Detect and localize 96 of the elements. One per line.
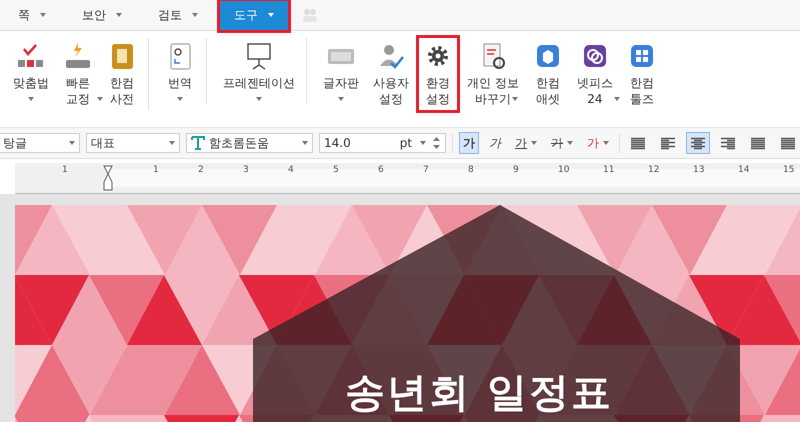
ruler-number: 5 <box>333 165 339 175</box>
ribbon-button[interactable]: 한컴 애셋 <box>526 35 570 113</box>
ruler-number: 10 <box>558 165 570 175</box>
font-value: 함초롬돈움 <box>209 134 270 152</box>
ruler-number: 13 <box>693 165 704 175</box>
indent-marker[interactable] <box>103 165 113 191</box>
caret-icon <box>614 97 620 101</box>
ruler-number: 6 <box>378 165 384 175</box>
ribbon-button[interactable]: 개인 정보 바꾸기 <box>460 35 526 117</box>
ribbon-label: 교정 <box>66 91 90 107</box>
ribbon-button[interactable]: 프레젠테이션 <box>216 35 310 107</box>
ribbon-label: 빠른 <box>66 75 90 91</box>
ruler-number: 7 <box>423 165 429 175</box>
caret-icon <box>116 13 122 17</box>
text-format-button[interactable]: 가 <box>485 132 506 154</box>
spinner-icon[interactable] <box>432 136 442 150</box>
ruler-number: 4 <box>288 165 294 175</box>
unit-label: pt <box>400 136 412 150</box>
ruler-number: 2 <box>198 165 204 175</box>
ribbon-label: 24 <box>587 91 602 107</box>
ruler-number: 1 <box>153 165 159 175</box>
caret-icon <box>531 141 538 145</box>
align-right-icon <box>720 136 736 150</box>
ribbon-button[interactable]: 넷피스 24 <box>570 35 620 117</box>
menu-tab[interactable]: 보안 <box>68 0 136 30</box>
ribbon-label: 개인 정보 <box>467 75 519 91</box>
ribbon-label: 바꾸기 <box>474 91 511 107</box>
document-title: 송년회 일정표 <box>345 369 613 418</box>
ribbon-button[interactable]: 환경 설정 <box>416 35 460 113</box>
ruler-number: 15 <box>783 165 794 175</box>
ribbon-label: 설정 <box>379 91 403 107</box>
lightning-icon <box>63 41 93 71</box>
align-divide-icon <box>780 136 796 150</box>
text-format-button[interactable]: 가 <box>459 132 480 154</box>
ribbon-button[interactable]: 번역 <box>158 35 210 107</box>
style-value: 탕글 <box>3 134 27 152</box>
caret-icon <box>512 97 518 101</box>
caret-icon <box>268 13 274 17</box>
ribbon-label: 사용자 <box>373 75 409 91</box>
ribbon-label: 글자판 <box>323 75 359 91</box>
menu-tab[interactable]: 검토 <box>144 0 212 30</box>
align-center-icon <box>690 136 706 150</box>
caret-icon <box>97 97 103 101</box>
font-size-value: 14.0 <box>324 136 351 150</box>
ruler-number: 9 <box>513 165 519 175</box>
language-value: 대표 <box>91 134 116 152</box>
align-distribute-icon <box>750 136 766 150</box>
ruler-number: 11 <box>603 165 614 175</box>
ribbon-label: 한컴 <box>536 75 560 91</box>
ribbon-label: 환경 <box>426 75 450 91</box>
ribbon-button[interactable]: 한컴 사전 <box>100 35 152 113</box>
caret-icon <box>338 97 344 101</box>
ribbon-label: 프레젠테이션 <box>223 75 295 91</box>
ribbon-label: 사전 <box>110 91 134 107</box>
align-button[interactable] <box>686 132 710 154</box>
ribbon-button[interactable]: 글자판 <box>316 35 366 107</box>
text-format-button[interactable]: 가 <box>511 132 542 154</box>
ribbon-button[interactable]: 사용자 설정 <box>366 35 416 113</box>
ribbon-label: 한컴 <box>110 75 134 91</box>
caret-icon <box>28 97 34 101</box>
caret-icon <box>169 141 176 145</box>
ribbon-button[interactable]: 맞춤법 <box>6 35 56 107</box>
font-size-field[interactable]: 14.0 pt <box>319 133 446 153</box>
style-dropdown[interactable]: 탕글 <box>0 133 80 153</box>
text-format-button[interactable]: 가 <box>547 132 578 154</box>
ribbon-label: 한컴 <box>630 75 654 91</box>
menu-tab[interactable]: 도구 <box>220 0 288 30</box>
ribbon-label: 맞춤법 <box>13 75 49 91</box>
ruler-number: 14 <box>738 165 750 175</box>
ruler-number: 1 <box>62 165 68 175</box>
font-dropdown[interactable]: 함초롬돈움 <box>186 133 314 153</box>
ruler-number: 8 <box>468 165 474 175</box>
ribbon-label: 툴즈 <box>630 91 654 107</box>
caret-icon <box>40 13 46 17</box>
ribbon-label: 설정 <box>426 91 450 107</box>
language-dropdown[interactable]: 대표 <box>86 133 180 153</box>
text-format-button[interactable]: 가 <box>583 132 614 154</box>
ruler-number: 3 <box>243 165 249 175</box>
ribbon-label: 번역 <box>168 75 192 91</box>
align-justify-icon <box>630 136 646 150</box>
caret-icon <box>420 141 426 145</box>
caret-icon <box>302 141 308 145</box>
caret-icon <box>192 13 198 17</box>
align-left-icon <box>660 136 676 150</box>
caret-icon <box>603 141 610 145</box>
caret-icon <box>256 97 262 101</box>
font-icon <box>191 136 206 150</box>
caret-icon <box>69 141 76 145</box>
ribbon-label: 애셋 <box>536 91 560 107</box>
menu-tab[interactable]: 쪽 <box>4 0 60 30</box>
caret-icon <box>177 97 183 101</box>
caret-icon <box>567 141 574 145</box>
ribbon-label: 넷피스 <box>576 75 613 91</box>
ruler-number: 12 <box>648 165 660 175</box>
ribbon-button[interactable]: 한컴 툴즈 <box>620 35 664 113</box>
ribbon-button[interactable]: 빠른 교정 <box>56 35 100 117</box>
